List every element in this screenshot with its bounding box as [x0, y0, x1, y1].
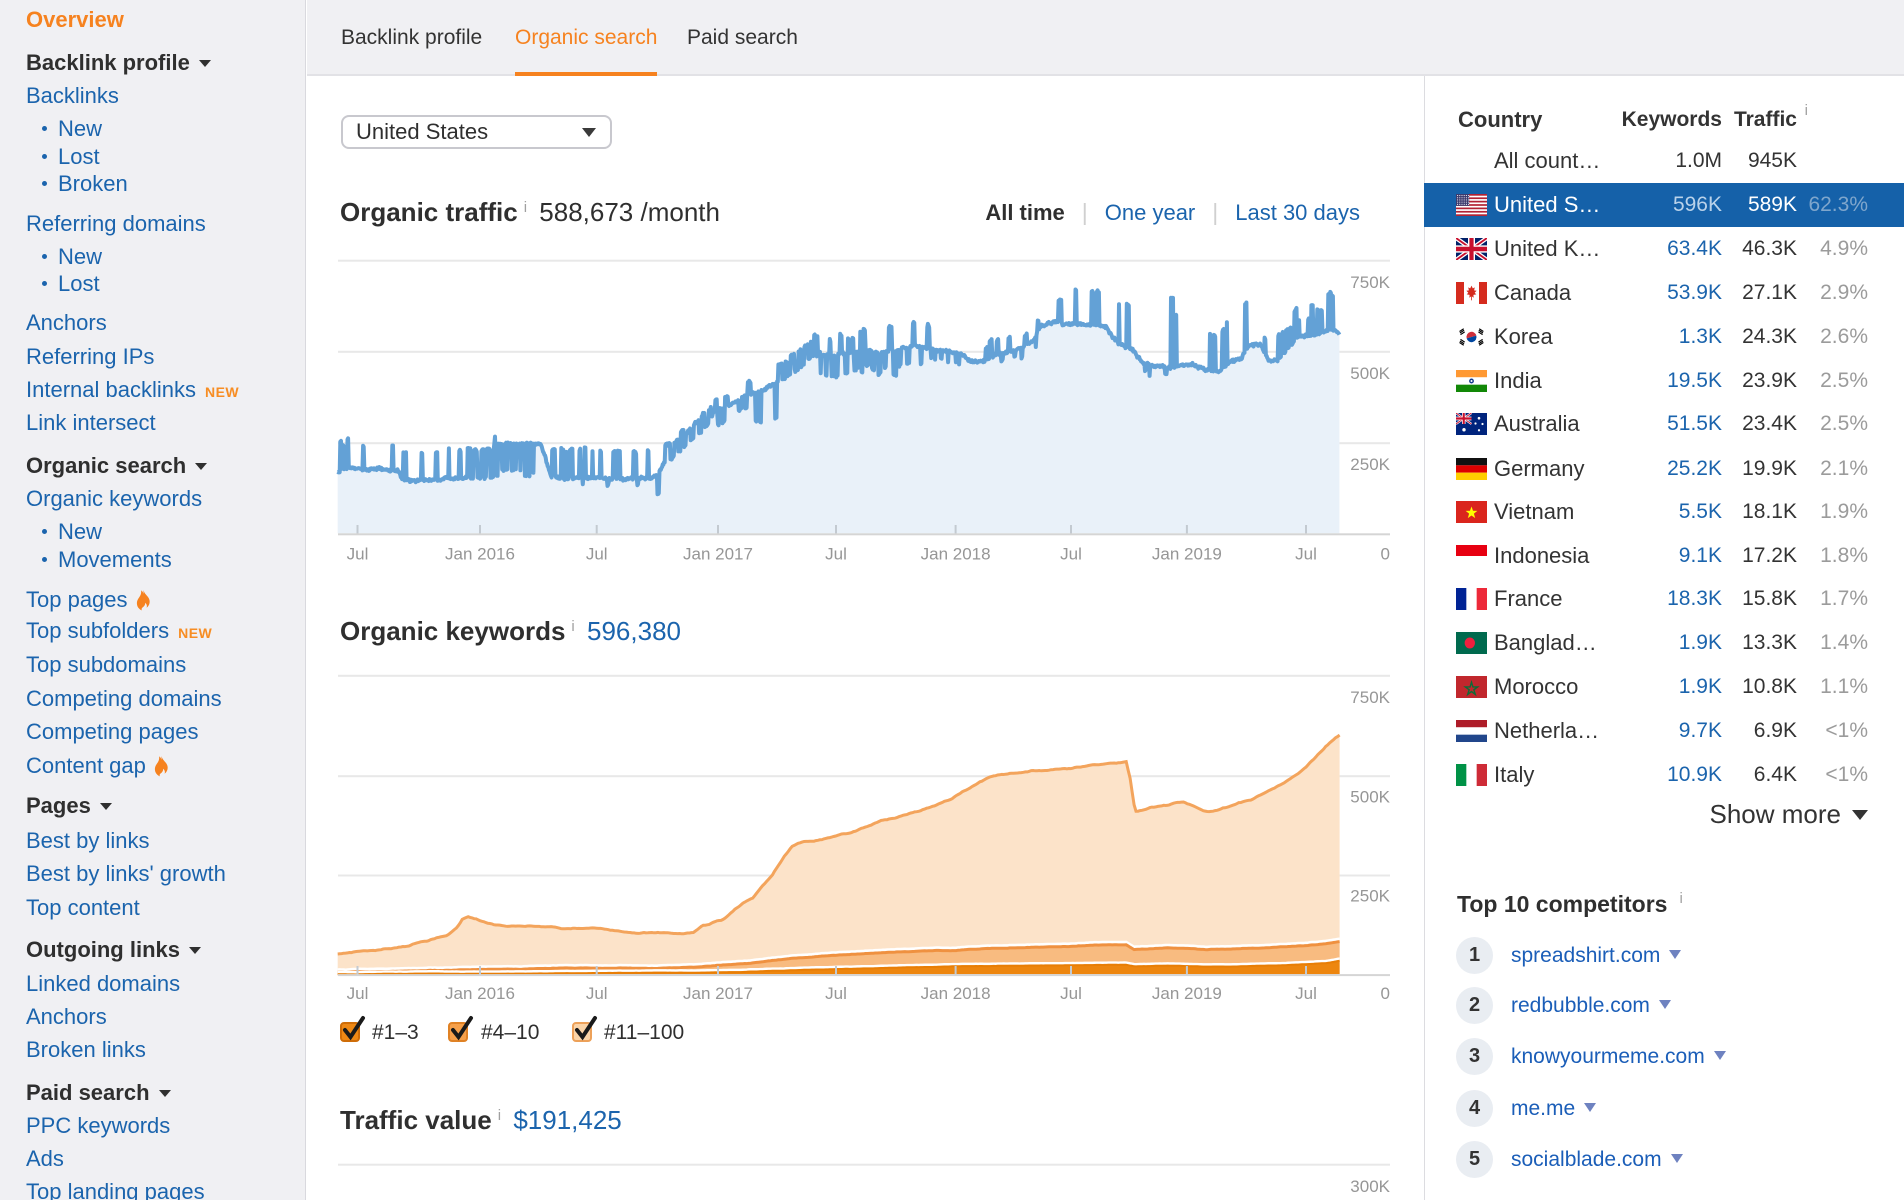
svg-text:Jan 2018: Jan 2018	[921, 545, 991, 564]
svg-text:500K: 500K	[1350, 364, 1390, 383]
svg-text:300K: 300K	[1350, 1177, 1390, 1196]
svg-text:Jul: Jul	[825, 984, 847, 1003]
svg-text:Jul: Jul	[1295, 545, 1317, 564]
svg-text:Jan 2017: Jan 2017	[683, 545, 753, 564]
svg-text:Jul: Jul	[586, 545, 608, 564]
svg-text:750K: 750K	[1350, 688, 1390, 707]
svg-text:Jan 2016: Jan 2016	[445, 545, 515, 564]
svg-text:Jan 2018: Jan 2018	[921, 984, 991, 1003]
svg-text:Jul: Jul	[1060, 984, 1082, 1003]
svg-text:Jan 2016: Jan 2016	[445, 984, 515, 1003]
svg-text:Jan 2019: Jan 2019	[1152, 984, 1222, 1003]
svg-text:Jul: Jul	[1060, 545, 1082, 564]
svg-text:Jul: Jul	[586, 984, 608, 1003]
svg-text:250K: 250K	[1350, 887, 1390, 906]
svg-text:Jan 2019: Jan 2019	[1152, 545, 1222, 564]
svg-text:750K: 750K	[1350, 273, 1390, 292]
svg-text:Jan 2017: Jan 2017	[683, 984, 753, 1003]
svg-text:0: 0	[1381, 545, 1390, 564]
svg-text:500K: 500K	[1350, 788, 1390, 807]
svg-text:Jul: Jul	[1295, 984, 1317, 1003]
svg-text:Jul: Jul	[825, 545, 847, 564]
svg-text:Jul: Jul	[347, 984, 369, 1003]
svg-text:0: 0	[1381, 984, 1390, 1003]
svg-text:Jul: Jul	[347, 545, 369, 564]
svg-text:250K: 250K	[1350, 455, 1390, 474]
